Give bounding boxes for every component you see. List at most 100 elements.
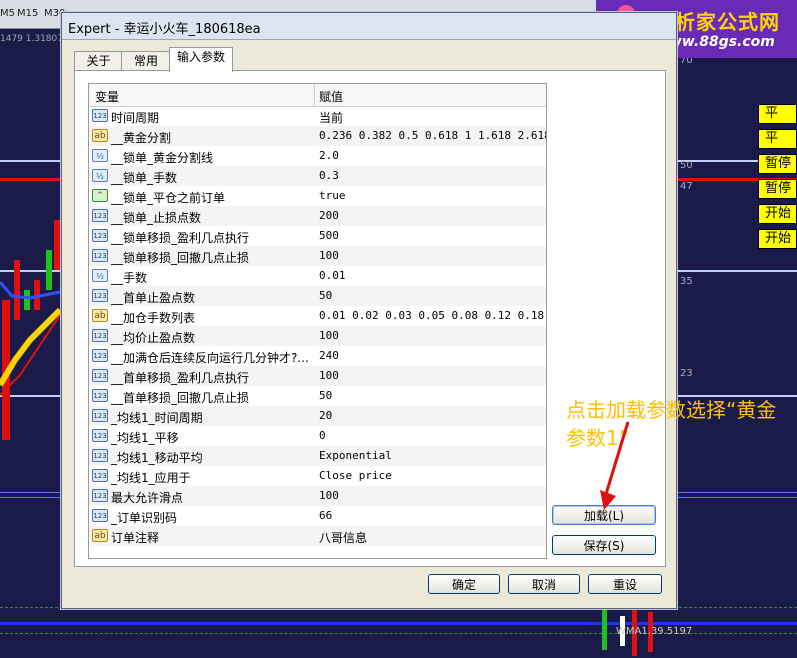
- integer-type-icon: 123: [92, 289, 108, 302]
- grid-header: 变量 赋值: [89, 84, 546, 107]
- parameter-value[interactable]: true: [319, 189, 346, 202]
- bool-type-icon: ⌃: [92, 189, 108, 202]
- parameter-value[interactable]: 100: [319, 489, 339, 502]
- annotation-arrow-icon: [600, 421, 630, 510]
- parameter-row[interactable]: 123 _均线1_移动平均 Exponential: [89, 446, 546, 466]
- parameter-name: __黄金分割: [111, 131, 172, 145]
- parameter-row[interactable]: 123 时间周期 当前: [89, 106, 546, 126]
- integer-type-icon: 123: [92, 509, 108, 522]
- parameter-name: __锁单_手数: [111, 171, 178, 185]
- timeframe-m15[interactable]: M15: [17, 8, 38, 19]
- integer-type-icon: 123: [92, 409, 108, 422]
- parameter-value[interactable]: 0.01: [319, 269, 346, 282]
- parameter-row[interactable]: 123 __锁单_止损点数 200: [89, 206, 546, 226]
- parameter-name: 时间周期: [111, 111, 160, 125]
- parameter-row[interactable]: 123 __锁单移损_回撤几点止损 100: [89, 246, 546, 266]
- integer-type-icon: 123: [92, 449, 108, 462]
- parameter-name: __加满仓后连续反向运行几分钟才?...: [111, 351, 309, 365]
- parameter-row[interactable]: ½ __锁单_手数 0.3: [89, 166, 546, 186]
- bottom-ma-label: WMA1.39.5197: [616, 626, 693, 637]
- integer-type-icon: 123: [92, 229, 108, 242]
- reset-button[interactable]: 重设: [588, 574, 662, 594]
- ok-button[interactable]: 确定: [428, 574, 500, 594]
- parameter-value[interactable]: 50: [319, 389, 332, 402]
- parameter-row[interactable]: 123 _均线1_平移 0: [89, 426, 546, 446]
- parameter-row[interactable]: 123 _均线1_应用于 Close price: [89, 466, 546, 486]
- expert-dialog: Expert - 幸运小火车_180618ea 关于 常用 输入参数 变量 赋值…: [61, 12, 677, 609]
- side-label: 暂停: [758, 154, 797, 174]
- parameter-value[interactable]: 0: [319, 429, 326, 442]
- tab-about[interactable]: 关于: [74, 51, 123, 71]
- parameter-row[interactable]: ab __加仓手数列表 0.01 0.02 0.03 0.05 0.08 0.12 …: [89, 306, 546, 326]
- parameter-value[interactable]: 100: [319, 369, 339, 382]
- parameter-value[interactable]: 50: [319, 289, 332, 302]
- timeframe-m5[interactable]: M5: [0, 8, 15, 19]
- parameter-row[interactable]: 123 __加满仓后连续反向运行几分钟才?... 240: [89, 346, 546, 366]
- parameter-value[interactable]: 240: [319, 349, 339, 362]
- parameter-row[interactable]: 123 __均价止盈点数 100: [89, 326, 546, 346]
- parameter-row[interactable]: 123 _均线1_时间周期 20: [89, 406, 546, 426]
- parameter-name: __首单止盈点数: [111, 291, 196, 305]
- cancel-button[interactable]: 取消: [508, 574, 580, 594]
- parameter-name: __首单移损_回撤几点止损: [111, 391, 250, 405]
- parameter-value[interactable]: 66: [319, 509, 332, 522]
- parameter-row[interactable]: 123 __锁单移损_盈利几点执行 500: [89, 226, 546, 246]
- integer-type-icon: 123: [92, 349, 108, 362]
- parameter-row[interactable]: ab __黄金分割 0.236 0.382 0.5 0.618 1 1.618 2.…: [89, 126, 546, 146]
- parameter-value[interactable]: Close price: [319, 469, 392, 482]
- parameter-row[interactable]: 123 _订单识别码 66: [89, 506, 546, 526]
- parameter-row[interactable]: ⌃ __锁单_平仓之前订单 true: [89, 186, 546, 206]
- integer-type-icon: 123: [92, 209, 108, 222]
- parameter-name: __锁单_平仓之前订单: [111, 191, 226, 205]
- parameter-value[interactable]: Exponential: [319, 449, 392, 462]
- string-type-icon: ab: [92, 129, 108, 142]
- parameter-row[interactable]: 123 最大允许滑点 100: [89, 486, 546, 506]
- parameter-row[interactable]: 123 __首单移损_回撤几点止损 50: [89, 386, 546, 406]
- parameter-row[interactable]: 123 __首单移损_盈利几点执行 100: [89, 366, 546, 386]
- parameter-name: __首单移损_盈利几点执行: [111, 371, 250, 385]
- price-label: 1479 1.31807: [0, 34, 63, 44]
- side-label: 开始: [758, 204, 797, 224]
- parameter-name: _均线1_应用于: [111, 471, 191, 485]
- scale-label: 47: [680, 181, 693, 192]
- double-type-icon: ½: [92, 169, 108, 182]
- parameter-name: _订单识别码: [111, 511, 178, 525]
- parameter-name: __手数: [111, 271, 148, 285]
- dialog-titlebar[interactable]: Expert - 幸运小火车_180618ea: [62, 13, 676, 40]
- side-label: 平: [758, 104, 797, 124]
- integer-type-icon: 123: [92, 369, 108, 382]
- integer-type-icon: 123: [92, 329, 108, 342]
- parameter-row[interactable]: 123 __首单止盈点数 50: [89, 286, 546, 306]
- parameter-value[interactable]: 100: [319, 249, 339, 262]
- parameter-value[interactable]: 200: [319, 209, 339, 222]
- parameter-value[interactable]: 当前: [319, 109, 343, 126]
- string-type-icon: ab: [92, 309, 108, 322]
- tab-inputs[interactable]: 输入参数: [169, 47, 233, 72]
- candlesticks: [0, 220, 62, 440]
- parameter-value[interactable]: 100: [319, 329, 339, 342]
- column-header-value[interactable]: 赋值: [319, 88, 343, 105]
- parameter-value[interactable]: 500: [319, 229, 339, 242]
- inputs-panel: 变量 赋值 123 时间周期 当前 ab __黄金分割 0.236 0.382 0.5 0…: [74, 70, 666, 567]
- parameter-name: _均线1_平移: [111, 431, 179, 445]
- parameter-value[interactable]: 八哥信息: [319, 529, 367, 546]
- parameter-name: 最大允许滑点: [111, 491, 184, 505]
- parameter-name: __加仓手数列表: [111, 311, 196, 325]
- parameter-value[interactable]: 2.0: [319, 149, 339, 162]
- parameter-value[interactable]: 20: [319, 409, 332, 422]
- parameter-name: _均线1_移动平均: [111, 451, 203, 465]
- parameter-row[interactable]: ½ __锁单_黄金分割线 2.0: [89, 146, 546, 166]
- column-header-variable[interactable]: 变量: [95, 88, 119, 105]
- save-button[interactable]: 保存(S): [552, 535, 656, 555]
- integer-type-icon: 123: [92, 429, 108, 442]
- dialog-title: Expert - 幸运小火车_180618ea: [68, 22, 261, 37]
- tab-common[interactable]: 常用: [121, 51, 171, 71]
- parameter-value[interactable]: 0.01 0.02 0.03 0.05 0.08 0.12 0.18: [319, 309, 544, 322]
- parameter-value[interactable]: 0.3: [319, 169, 339, 182]
- parameter-row[interactable]: ½ __手数 0.01: [89, 266, 546, 286]
- parameter-row[interactable]: ab 订单注释 八哥信息: [89, 526, 546, 546]
- parameter-name: _均线1_时间周期: [111, 411, 203, 425]
- scale-label: 35: [680, 276, 693, 287]
- parameter-value[interactable]: 0.236 0.382 0.5 0.618 1 1.618 2.618: [319, 129, 546, 142]
- string-type-icon: ab: [92, 529, 108, 542]
